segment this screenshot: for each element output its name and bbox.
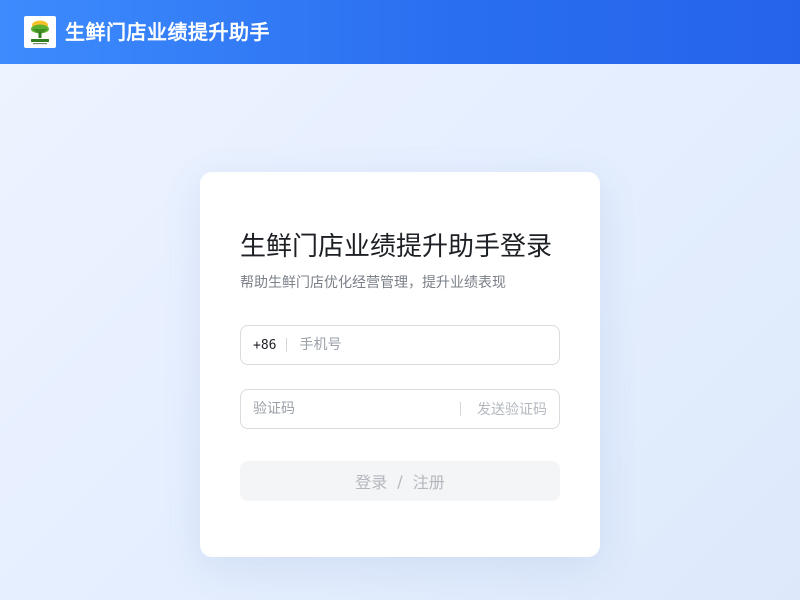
prefix-divider: [286, 338, 288, 352]
top-header: 生鲜门店业绩提升助手: [0, 0, 800, 64]
verification-code-input[interactable]: [241, 390, 452, 428]
phone-input[interactable]: [299, 326, 559, 364]
login-register-button[interactable]: 登录 / 注册: [240, 461, 560, 501]
login-register-separator: /: [397, 471, 403, 491]
register-label: 注册: [412, 473, 445, 492]
send-code-divider: [460, 402, 461, 416]
login-subtitle: 帮助生鲜门店优化经营管理，提升业绩表现: [240, 275, 506, 291]
logo-graphic-icon: [31, 20, 49, 45]
app-title: 生鲜门店业绩提升助手: [65, 20, 270, 44]
fresh-produce-logo-icon: [24, 16, 56, 48]
verification-code-field[interactable]: 发送验证码: [240, 389, 560, 429]
login-card: 生鲜门店业绩提升助手登录 帮助生鲜门店优化经营管理，提升业绩表现 +86 发送验…: [200, 172, 600, 557]
login-heading: 生鲜门店业绩提升助手登录: [240, 232, 553, 262]
country-code-prefix: +86: [253, 337, 277, 353]
phone-field[interactable]: +86: [240, 325, 560, 365]
send-code-button[interactable]: 发送验证码: [477, 399, 559, 419]
login-label: 登录: [355, 473, 388, 492]
